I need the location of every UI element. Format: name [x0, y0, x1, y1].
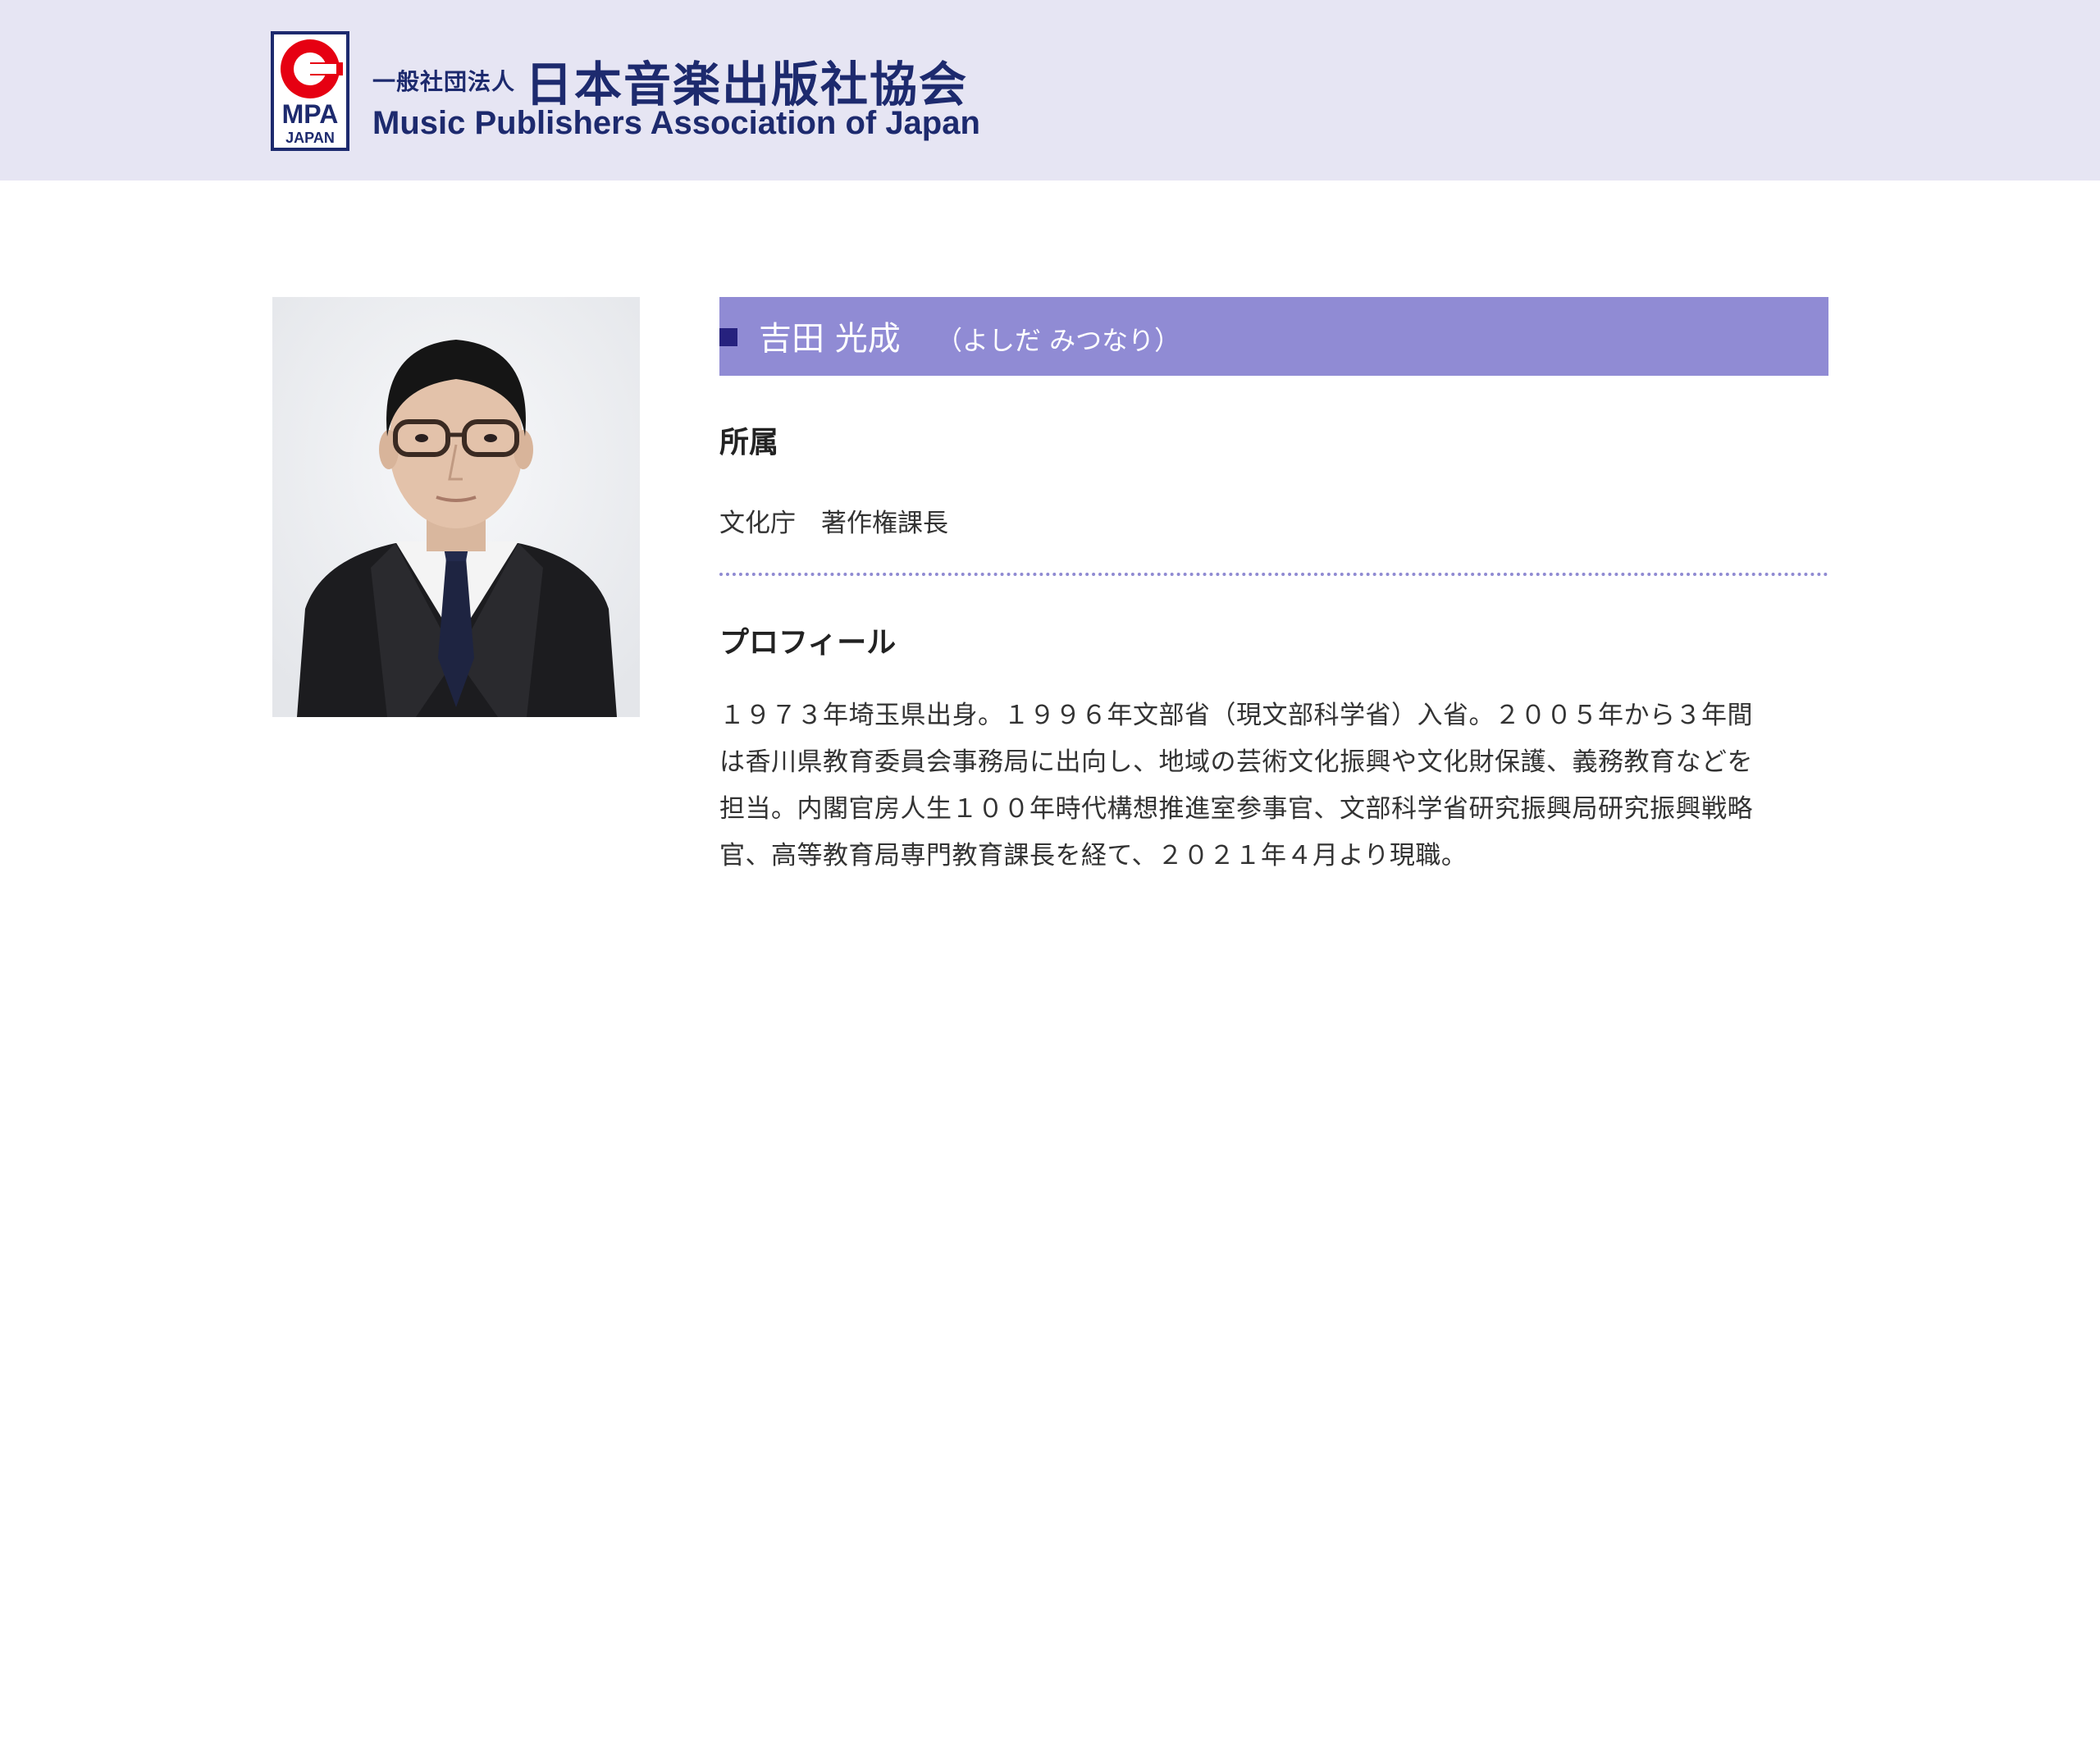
name-header-bar: 吉田 光成 （よしだ みつなり） — [719, 297, 1828, 376]
affiliation-value: 文化庁 著作権課長 — [719, 509, 948, 538]
affiliation-heading: 所属 — [719, 426, 779, 459]
logo-sub-text: JAPAN — [285, 130, 335, 146]
profile-line: 担当。内閣官房人生１００年時代構想推進室参事官、文部科学省研究振興局研究振興戦略 — [719, 794, 1753, 824]
profile-line: 官、高等教育局専門教育課長を経て、２０２１年４月より現職。 — [719, 841, 1468, 870]
profile-body: １９７３年埼玉県出身。１９９６年文部省（現文部科学省）入省。２００５年から３年間… — [719, 692, 1828, 880]
portrait-illustration — [272, 297, 640, 717]
profile-main: 吉田 光成 （よしだ みつなり） 所属 文化庁 著作権課長 プロフィール １９７… — [719, 297, 1828, 870]
org-type: 一般社団法人 — [372, 68, 516, 95]
portrait-photo — [272, 297, 640, 717]
person-name-reading: （よしだ みつなり） — [936, 325, 1181, 356]
profile-line: は香川県教育委員会事務局に出向し、地域の芸術文化振興や文化財保護、義務教育などを — [719, 747, 1753, 777]
org-name-en: Music Publishers Association of Japan — [372, 105, 980, 141]
profile-line: １９７３年埼玉県出身。１９９６年文部省（現文部科学省）入省。２００５年から３年間 — [719, 701, 1753, 730]
square-bullet-icon — [719, 328, 737, 346]
profile-heading: プロフィール — [719, 626, 897, 660]
person-name: 吉田 光成 — [759, 320, 901, 358]
site-header: MPA JAPAN 一般社団法人 日本音楽出版社協会 Music Publish… — [0, 0, 2100, 180]
site-logo-link[interactable]: MPA JAPAN 一般社団法人 日本音楽出版社協会 Music Publish… — [271, 31, 980, 153]
logo-brand-text: MPA — [282, 99, 339, 129]
mpa-logo-icon: MPA JAPAN — [271, 31, 349, 151]
section-divider — [719, 573, 1828, 576]
